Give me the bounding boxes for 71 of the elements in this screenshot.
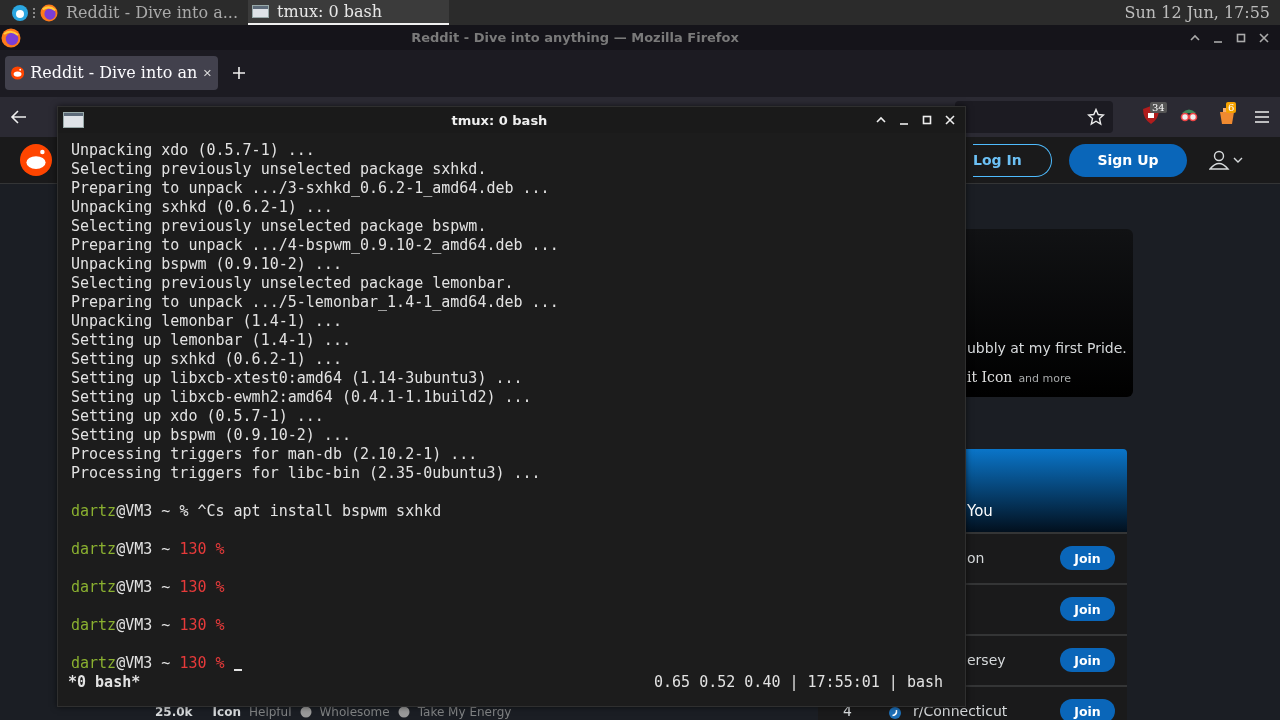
tmux-window-tab[interactable]: *0 bash* xyxy=(68,673,141,692)
prompt-line: dartz@VM3 ~ 130 % xyxy=(71,540,225,560)
close-icon[interactable] xyxy=(1258,31,1270,44)
tmux-status-info: 0.65 0.52 0.40 | 17:55:01 | bash xyxy=(654,673,943,692)
count-badge: 6 xyxy=(1226,102,1237,113)
community-name[interactable]: on xyxy=(967,550,1060,567)
output-line: Setting up bspwm (0.9.10-2) ... xyxy=(71,426,351,446)
sign-up-button[interactable]: Sign Up xyxy=(1069,143,1187,177)
output-line: Preparing to unpack .../4-bspwm_0.9.10-2_amd64.deb ... xyxy=(71,236,559,256)
output-line: Setting up libxcb-ewmh2:amd64 (0.4.1-1.1build2) ... xyxy=(71,388,532,408)
output-line: Preparing to unpack .../5-lemonbar_1.4-1_amd64.deb ... xyxy=(71,293,559,313)
bookmark-star-icon[interactable] xyxy=(1087,108,1105,126)
award-label: Wholesome xyxy=(319,705,390,719)
award-label: Icon xyxy=(212,705,241,719)
community-name[interactable]: r/Connecticut xyxy=(913,703,1060,720)
award-label: Take My Energy xyxy=(417,705,512,719)
reddit-logo-icon xyxy=(20,144,52,176)
output-line: Preparing to unpack .../3-sxhkd_0.6.2-1_amd64.deb ... xyxy=(71,179,550,199)
taskbar-item[interactable]: tmux: 0 bash xyxy=(248,0,450,25)
card-title: it Icon xyxy=(967,368,1013,385)
prompt-line: dartz@VM3 ~ 130 % xyxy=(71,578,225,598)
browser-tab[interactable]: Reddit - Dive into an xyxy=(5,55,218,90)
card-caption: ubbly at my first Pride. xyxy=(967,339,1128,356)
clock: Sun 12 Jun, 17:55 xyxy=(1124,3,1271,22)
output-line: Setting up lemonbar (1.4-1) ... xyxy=(71,331,351,351)
app-launcher-icon[interactable] xyxy=(12,4,28,21)
join-button[interactable]: Join xyxy=(1060,648,1115,673)
output-line: Selecting previously unselected package bspwm. xyxy=(71,217,487,237)
join-button[interactable]: Join xyxy=(1060,699,1115,720)
award-icon xyxy=(397,706,410,718)
back-icon[interactable] xyxy=(10,109,28,125)
community-icon xyxy=(889,706,901,719)
join-button[interactable]: Join xyxy=(1060,546,1115,571)
window-title: Reddit - Dive into anything — Mozilla Firefox xyxy=(410,30,740,45)
output-line: Setting up sxhkd (0.6.2-1) ... xyxy=(71,350,342,370)
prompt-line: dartz@VM3 ~ % ^Cs apt install bspwm sxhkd xyxy=(71,502,442,522)
prompt-line: dartz@VM3 ~ 130 % xyxy=(71,654,225,674)
output-line: Unpacking bspwm (0.9.10-2) ... xyxy=(71,255,342,275)
firefox-icon xyxy=(40,3,58,22)
terminal-window-icon xyxy=(63,112,84,129)
award-label: Helpful xyxy=(248,705,292,719)
window-title: tmux: 0 bash xyxy=(450,112,549,128)
output-line: Setting up libxcb-xtest0:amd64 (1.14-3ubuntu3) ... xyxy=(71,369,523,389)
card-note: and more xyxy=(1018,371,1072,385)
output-line: Processing triggers for libc-bin (2.35-0ubuntu3) ... xyxy=(71,464,541,484)
window-icon xyxy=(252,5,270,18)
prompt-line: dartz@VM3 ~ 130 % xyxy=(71,616,225,636)
firefox-icon xyxy=(1,27,21,48)
taskbar-item[interactable]: Reddit - Dive into a... xyxy=(36,0,249,25)
maximize-icon[interactable] xyxy=(1235,31,1247,44)
handle-icon xyxy=(32,6,36,19)
output-line: Selecting previously unselected package sxhkd. xyxy=(71,160,487,180)
address-field[interactable] xyxy=(955,101,1113,133)
award-icon xyxy=(299,706,312,718)
output-line: Selecting previously unselected package lemonbar. xyxy=(71,274,514,294)
count-badge: 34 xyxy=(1150,102,1167,113)
output-line: Unpacking xdo (0.5.7-1) ... xyxy=(71,141,315,161)
vote-count: 25.0k xyxy=(155,705,193,719)
output-line: Unpacking sxhkd (0.6.2-1) ... xyxy=(71,198,333,218)
glasses-icon[interactable] xyxy=(1179,107,1199,123)
maximize-icon[interactable] xyxy=(921,114,933,127)
community-name[interactable]: ersey xyxy=(967,652,1060,669)
output-line: Setting up xdo (0.5.7-1) ... xyxy=(71,407,324,427)
menu-icon[interactable] xyxy=(1254,110,1270,124)
join-button[interactable]: Join xyxy=(1060,597,1115,622)
new-tab-icon[interactable] xyxy=(232,65,246,80)
output-line: Unpacking lemonbar (1.4-1) ... xyxy=(71,312,342,332)
close-icon[interactable] xyxy=(944,114,956,127)
reddit-icon xyxy=(11,63,25,82)
user-icon[interactable] xyxy=(1209,150,1245,170)
output-line: Processing triggers for man-db (2.10.2-1) ... xyxy=(71,445,478,465)
